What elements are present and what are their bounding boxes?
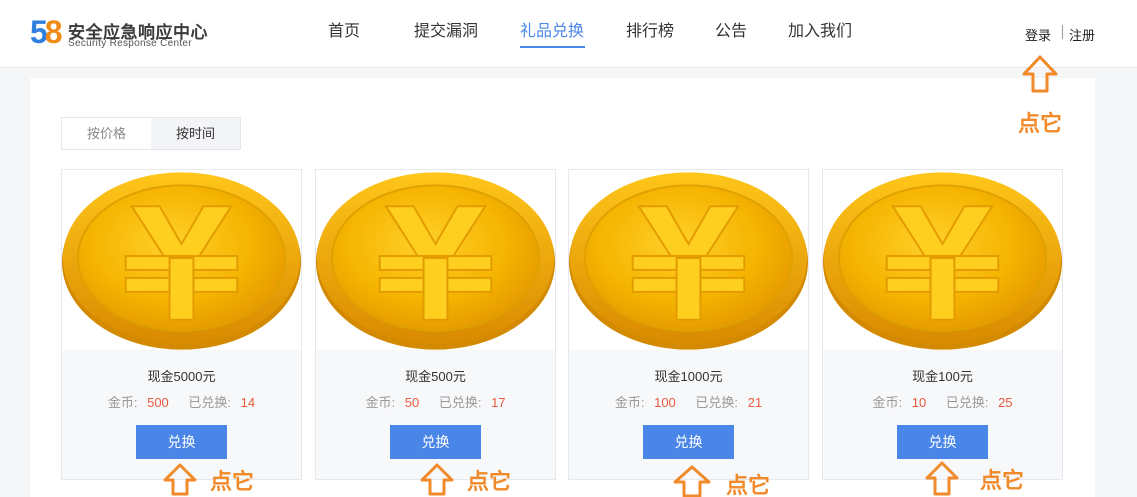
redeem-button[interactable]: 兑换 bbox=[897, 425, 988, 459]
click-hint-label: 点它 bbox=[210, 468, 255, 494]
coin-value: 500 bbox=[147, 395, 169, 410]
click-hint-card-1: 点它 bbox=[162, 462, 254, 497]
product-title: 现金100元 bbox=[912, 369, 973, 384]
auth-divider bbox=[1062, 25, 1063, 39]
product-meta: 金币: 100 已兑换: 21 bbox=[569, 392, 808, 411]
sort-by-price-button[interactable]: 按价格 bbox=[62, 118, 151, 149]
click-hint-label: 点它 bbox=[1018, 111, 1063, 136]
coin-value: 10 bbox=[911, 395, 927, 410]
site-logo[interactable]: 58 安全应急响应中心 Security Response Center bbox=[30, 16, 230, 52]
coin-image bbox=[316, 170, 555, 350]
sort-toggle: 按价格 按时间 bbox=[61, 117, 241, 150]
yuan-coin-icon bbox=[823, 171, 1062, 350]
redeemed-label: 已兑换: bbox=[438, 395, 482, 410]
redeemed-value: 21 bbox=[747, 395, 763, 410]
product-card: 现金1000元 金币: 100 已兑换: 21 兑换 bbox=[568, 169, 809, 480]
product-title: 现金1000元 bbox=[654, 369, 723, 384]
redeemed-label: 已兑换: bbox=[188, 395, 232, 410]
coin-label: 金币: bbox=[872, 395, 903, 410]
coin-image bbox=[62, 170, 301, 350]
up-arrow-icon bbox=[925, 461, 959, 496]
site-header: 58 安全应急响应中心 Security Response Center 首页 … bbox=[0, 0, 1137, 68]
login-link[interactable]: 登录 bbox=[1025, 25, 1051, 44]
yuan-coin-icon bbox=[316, 171, 555, 350]
product-card: 现金100元 金币: 10 已兑换: 25 兑换 bbox=[822, 169, 1063, 480]
nav-home[interactable]: 首页 bbox=[328, 22, 360, 42]
product-meta: 金币: 10 已兑换: 25 bbox=[823, 392, 1062, 411]
up-arrow-icon bbox=[1022, 55, 1058, 93]
redeemed-label: 已兑换: bbox=[695, 395, 739, 410]
sort-by-time-button[interactable]: 按时间 bbox=[151, 118, 240, 149]
product-title: 现金5000元 bbox=[147, 369, 216, 384]
product-card: 现金5000元 金币: 500 已兑换: 14 兑换 bbox=[61, 169, 302, 480]
coin-value: 50 bbox=[404, 395, 420, 410]
up-arrow-icon bbox=[673, 465, 711, 497]
nav-announcements[interactable]: 公告 bbox=[715, 22, 747, 42]
redeemed-label: 已兑换: bbox=[945, 395, 989, 410]
redeemed-value: 17 bbox=[491, 395, 506, 410]
logo-subtitle: Security Response Center bbox=[68, 38, 192, 49]
coin-label: 金币: bbox=[107, 395, 138, 410]
nav-join-us[interactable]: 加入我们 bbox=[788, 22, 852, 42]
yuan-coin-icon bbox=[62, 171, 301, 350]
click-hint-card-3: 点它 bbox=[672, 462, 770, 497]
coin-image bbox=[823, 170, 1062, 350]
product-card: 现金500元 金币: 50 已兑换: 17 兑换 bbox=[315, 169, 556, 480]
register-link[interactable]: 注册 bbox=[1069, 25, 1095, 44]
product-title: 现金500元 bbox=[405, 369, 466, 384]
logo-digits: 58 bbox=[30, 14, 63, 50]
nav-gift-exchange[interactable]: 礼品兑换 bbox=[520, 22, 584, 42]
redeem-button[interactable]: 兑换 bbox=[136, 425, 227, 459]
up-arrow-icon bbox=[163, 463, 197, 496]
click-hint-label: 点它 bbox=[726, 473, 771, 497]
yuan-coin-icon bbox=[569, 171, 808, 350]
nav-submit-vulnerability[interactable]: 提交漏洞 bbox=[414, 22, 478, 42]
coin-label: 金币: bbox=[365, 395, 396, 410]
coin-value: 100 bbox=[654, 395, 676, 410]
click-hint-label: 点它 bbox=[980, 467, 1025, 493]
redeemed-value: 25 bbox=[998, 395, 1013, 410]
redeemed-value: 14 bbox=[240, 395, 256, 410]
click-hint-card-2: 点它 bbox=[419, 462, 511, 497]
redeem-button[interactable]: 兑换 bbox=[390, 425, 481, 459]
redeem-button[interactable]: 兑换 bbox=[643, 425, 734, 459]
click-hint-label: 点它 bbox=[467, 468, 512, 494]
coin-label: 金币: bbox=[614, 395, 645, 410]
coin-image bbox=[569, 170, 808, 350]
click-hint-login: 点它 bbox=[1018, 54, 1062, 138]
click-hint-card-4: 点它 bbox=[924, 460, 1024, 497]
product-meta: 金币: 500 已兑换: 14 bbox=[62, 392, 301, 411]
up-arrow-icon bbox=[420, 463, 454, 496]
nav-leaderboard[interactable]: 排行榜 bbox=[626, 22, 674, 42]
product-meta: 金币: 50 已兑换: 17 bbox=[316, 392, 555, 411]
nav-active-underline bbox=[520, 46, 585, 48]
